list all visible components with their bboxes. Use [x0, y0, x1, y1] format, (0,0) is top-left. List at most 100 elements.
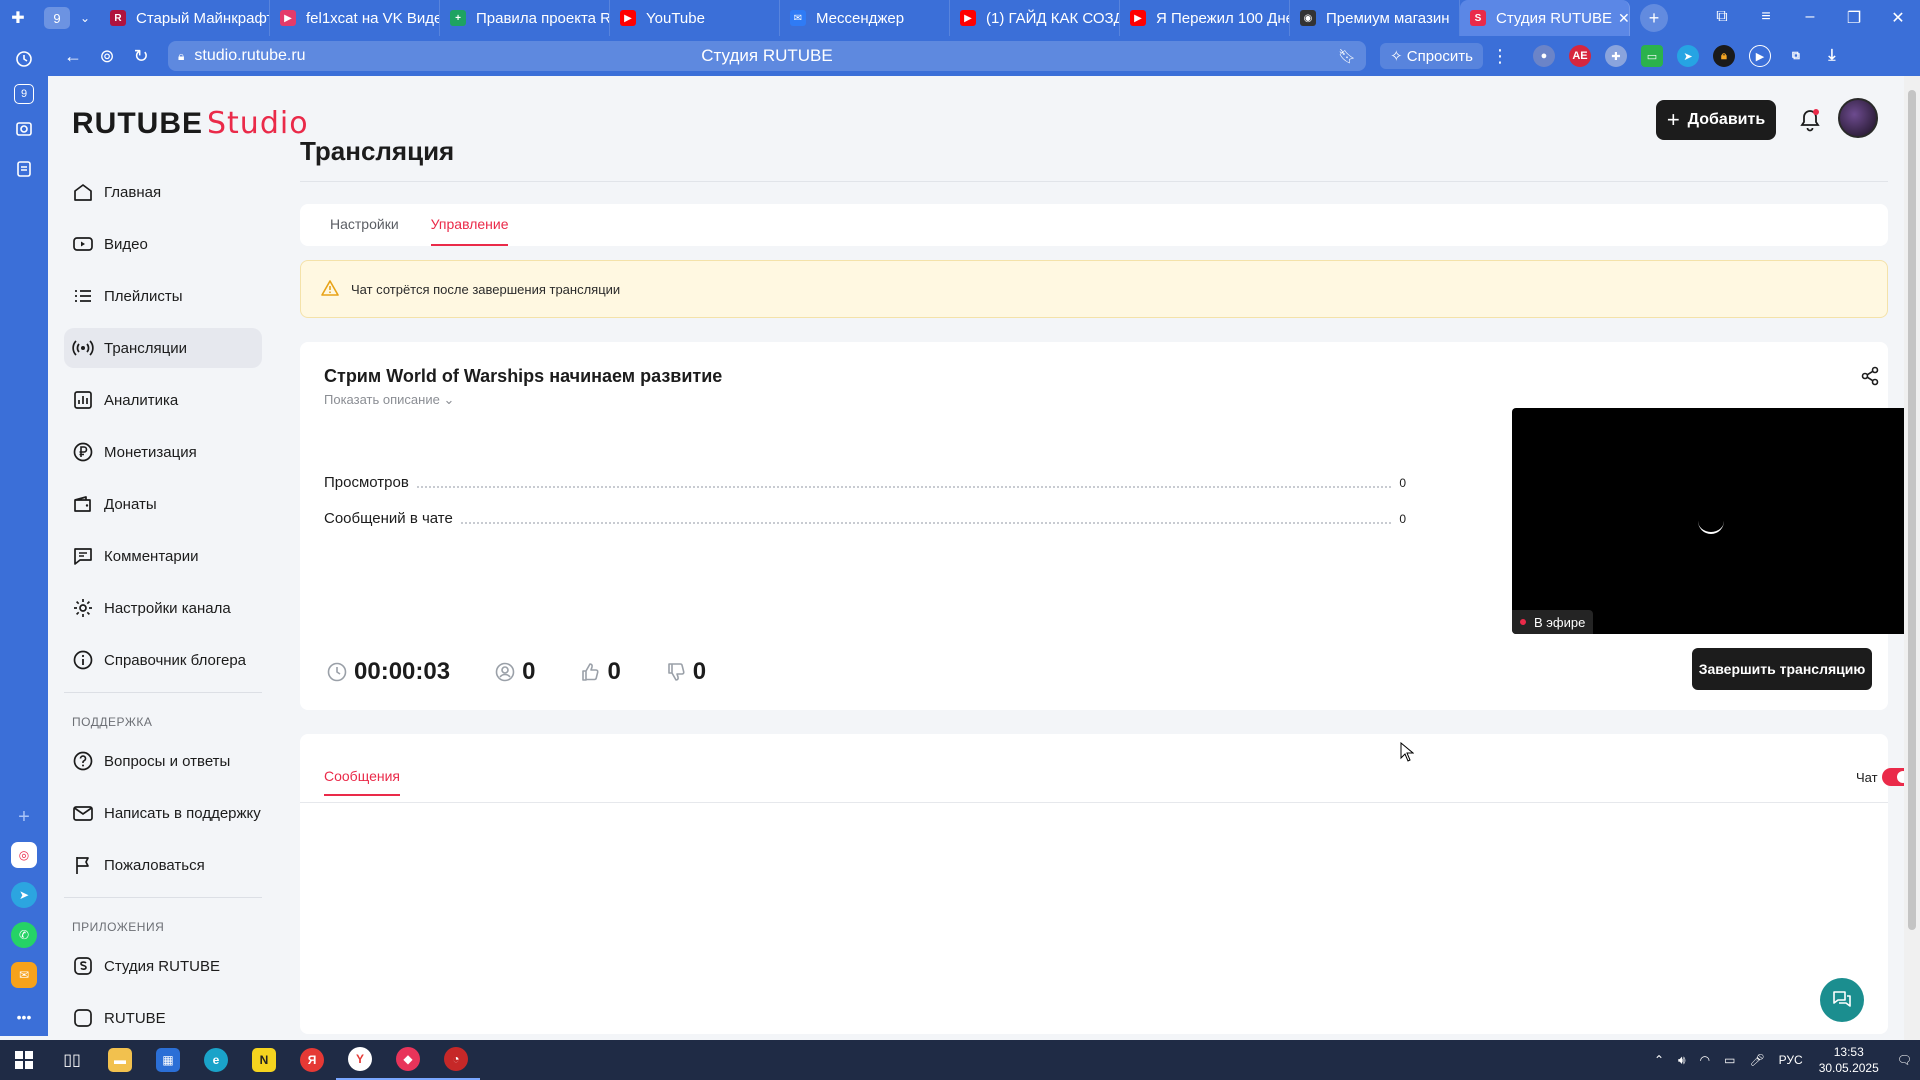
restore-button[interactable]: ❐	[1832, 8, 1876, 28]
ext-ae-icon[interactable]: AE	[1568, 45, 1591, 67]
end-stream-button[interactable]: Завершить трансляцию	[1692, 648, 1872, 690]
share-icon[interactable]	[1860, 366, 1880, 391]
studio-app: RUTUBE Studio + Добавить Главная Видео Плей…	[48, 76, 1904, 1040]
ext-green-icon[interactable]: ▭	[1640, 45, 1663, 67]
workspace-icon[interactable]: 9	[14, 84, 34, 104]
ext-lock-icon[interactable]: 🔒︎	[1712, 45, 1735, 67]
close-window-button[interactable]: ✕	[1876, 8, 1920, 28]
browser-tab[interactable]: ▶ YouTube	[610, 0, 780, 36]
chevron-down-icon[interactable]: ⌄	[70, 11, 100, 25]
sidebar-item-home[interactable]: Главная	[64, 172, 262, 212]
sidebar-item-comment[interactable]: Комментарии	[64, 536, 262, 576]
ext-send-icon[interactable]: ➤	[1676, 45, 1699, 67]
tabs-list-icon[interactable]: ⧉	[1700, 8, 1744, 28]
whatsapp-icon[interactable]: ✆	[11, 922, 37, 948]
more-icon[interactable]: •••	[9, 1002, 39, 1032]
yandex-icon[interactable]: Я	[288, 1040, 336, 1080]
app-yellow-icon[interactable]: N	[240, 1040, 288, 1080]
minimize-button[interactable]: –	[1788, 8, 1832, 28]
sidebar-item-info[interactable]: Справочник блогера	[64, 640, 262, 680]
wifi-icon[interactable]: ◠	[1700, 1053, 1710, 1067]
scroll-thumb[interactable]	[1908, 90, 1916, 930]
windows-start-icon[interactable]	[0, 1040, 48, 1080]
sidebar-item-question[interactable]: Вопросы и ответы	[64, 741, 262, 781]
sidebar-item-broadcast[interactable]: Трансляции	[64, 328, 262, 368]
store-icon[interactable]: ▦	[144, 1040, 192, 1080]
ext-puzzle-icon[interactable]: ✚	[1604, 45, 1627, 67]
chat-toggle[interactable]	[1882, 768, 1904, 786]
page-scrollbar[interactable]	[1904, 76, 1920, 1040]
reload-icon[interactable]: ↻	[124, 46, 158, 67]
clock[interactable]: 13:53 30.05.2025	[1819, 1044, 1879, 1076]
sidebar-item-rutube[interactable]: RUTUBE	[64, 998, 262, 1038]
sidebar-item-analytics[interactable]: Аналитика	[64, 380, 262, 420]
ask-button[interactable]: ✧ Спросить	[1380, 43, 1483, 69]
sidebar-item-video[interactable]: Видео	[64, 224, 262, 264]
screenshot-icon[interactable]	[9, 114, 39, 144]
protect-icon[interactable]: ⊚	[90, 46, 124, 67]
url-field[interactable]: 🔒︎ studio.rutube.ru Студия RUTUBE 🔖︎	[168, 41, 1366, 71]
download-icon[interactable]: ⤓	[1821, 45, 1843, 67]
kebab-icon[interactable]: ⋮	[1483, 46, 1517, 67]
browser-tab[interactable]: ▶ (1) ГАЙД КАК СОЗД	[950, 0, 1120, 36]
workspace-counter[interactable]: 9	[44, 7, 70, 29]
ext-play-icon[interactable]: ▶	[1748, 45, 1771, 67]
sidebar-item-studio[interactable]: Студия RUTUBE	[64, 946, 262, 986]
edge-icon[interactable]: e	[192, 1040, 240, 1080]
sidebar-item-mail[interactable]: Написать в поддержку	[64, 793, 262, 833]
avatar[interactable]	[1838, 98, 1878, 138]
stream-metrics: 00:00:03 0 0 0	[326, 658, 750, 686]
app-pink-icon[interactable]: ◆	[384, 1040, 432, 1080]
language-indicator[interactable]: РУС	[1779, 1053, 1803, 1067]
task-view-icon[interactable]: ▯▯	[48, 1040, 96, 1080]
rutube-app-icon[interactable]: ◎	[11, 842, 37, 868]
file-explorer-icon[interactable]: ▬	[96, 1040, 144, 1080]
sidebar-item-wallet[interactable]: Донаты	[64, 484, 262, 524]
sidebar-item-gear[interactable]: Настройки канала	[64, 588, 262, 628]
video-icon	[72, 233, 94, 255]
tab-messages[interactable]: Сообщения	[324, 768, 400, 796]
sidebar-item-playlist[interactable]: Плейлисты	[64, 276, 262, 316]
browser-tab[interactable]: ▶ fel1xcat на VK Виде	[270, 0, 440, 36]
volume-icon[interactable]: 🔊︎	[1678, 1053, 1686, 1068]
browser-tab[interactable]: ▶ Я Пережил 100 Дне	[1120, 0, 1290, 36]
mail-app-icon[interactable]: ✉	[11, 962, 37, 988]
history-icon[interactable]	[9, 44, 39, 74]
notifications-icon[interactable]: 🗨︎	[1897, 1053, 1912, 1067]
ext-collections-icon[interactable]: ⧉	[1785, 45, 1807, 67]
studio-sidebar: Главная Видео Плейлисты Трансляции Аналитика…	[64, 172, 262, 1040]
help-chat-button[interactable]	[1820, 978, 1864, 1022]
back-icon[interactable]: ←	[56, 46, 90, 67]
mic-icon[interactable]: 🎤︎	[1749, 1053, 1764, 1067]
close-tab-icon[interactable]: ✕	[1612, 10, 1629, 27]
os-taskbar: ▯▯ ▬ ▦ e N Я Y ◆ ◔ ⌃ 🔊︎ ◠ ▭ 🎤︎ РУС 13:53…	[0, 1040, 1920, 1080]
logo-sub: Studio	[207, 106, 309, 141]
browser-tab[interactable]: S Студия RUTUBE ✕	[1460, 0, 1630, 36]
tab-management[interactable]: Управление	[430, 204, 508, 246]
show-description-link[interactable]: Показать описание ⌄	[324, 392, 454, 408]
browser-tab[interactable]: + Правила проекта Re	[440, 0, 610, 36]
app-red-icon[interactable]: ◔	[432, 1040, 480, 1080]
sidebar-item-ruble[interactable]: Монетизация	[64, 432, 262, 472]
tab-settings[interactable]: Настройки	[330, 204, 399, 246]
bookmark-icon[interactable]: 🔖︎	[1338, 48, 1356, 65]
menu-icon[interactable]: ≡	[1744, 8, 1788, 28]
flag-icon	[72, 854, 94, 876]
notes-icon[interactable]	[9, 154, 39, 184]
new-tab-button[interactable]: +	[1640, 4, 1668, 32]
add-button[interactable]: + Добавить	[1656, 100, 1776, 140]
video-player[interactable]: В эфире	[1512, 408, 1904, 634]
rutube-studio-logo[interactable]: RUTUBE Studio	[72, 106, 309, 141]
ext-gray-icon[interactable]: ●	[1532, 45, 1555, 67]
notifications-bell-icon[interactable]	[1796, 106, 1824, 134]
browser-menu-icon[interactable]: ✚	[0, 0, 36, 36]
add-app-icon[interactable]: +	[9, 802, 39, 832]
chevron-up-icon[interactable]: ⌃	[1654, 1053, 1664, 1067]
browser-tab[interactable]: R Старый Майнкрафт	[100, 0, 270, 36]
browser-tab[interactable]: ◉ Премиум магазин	[1290, 0, 1460, 36]
sidebar-item-flag[interactable]: Пожаловаться	[64, 845, 262, 885]
telegram-icon[interactable]: ➤	[11, 882, 37, 908]
battery-icon[interactable]: ▭	[1724, 1053, 1735, 1067]
yandex-browser-icon[interactable]: Y	[336, 1040, 384, 1080]
browser-tab[interactable]: ✉ Мессенджер	[780, 0, 950, 36]
